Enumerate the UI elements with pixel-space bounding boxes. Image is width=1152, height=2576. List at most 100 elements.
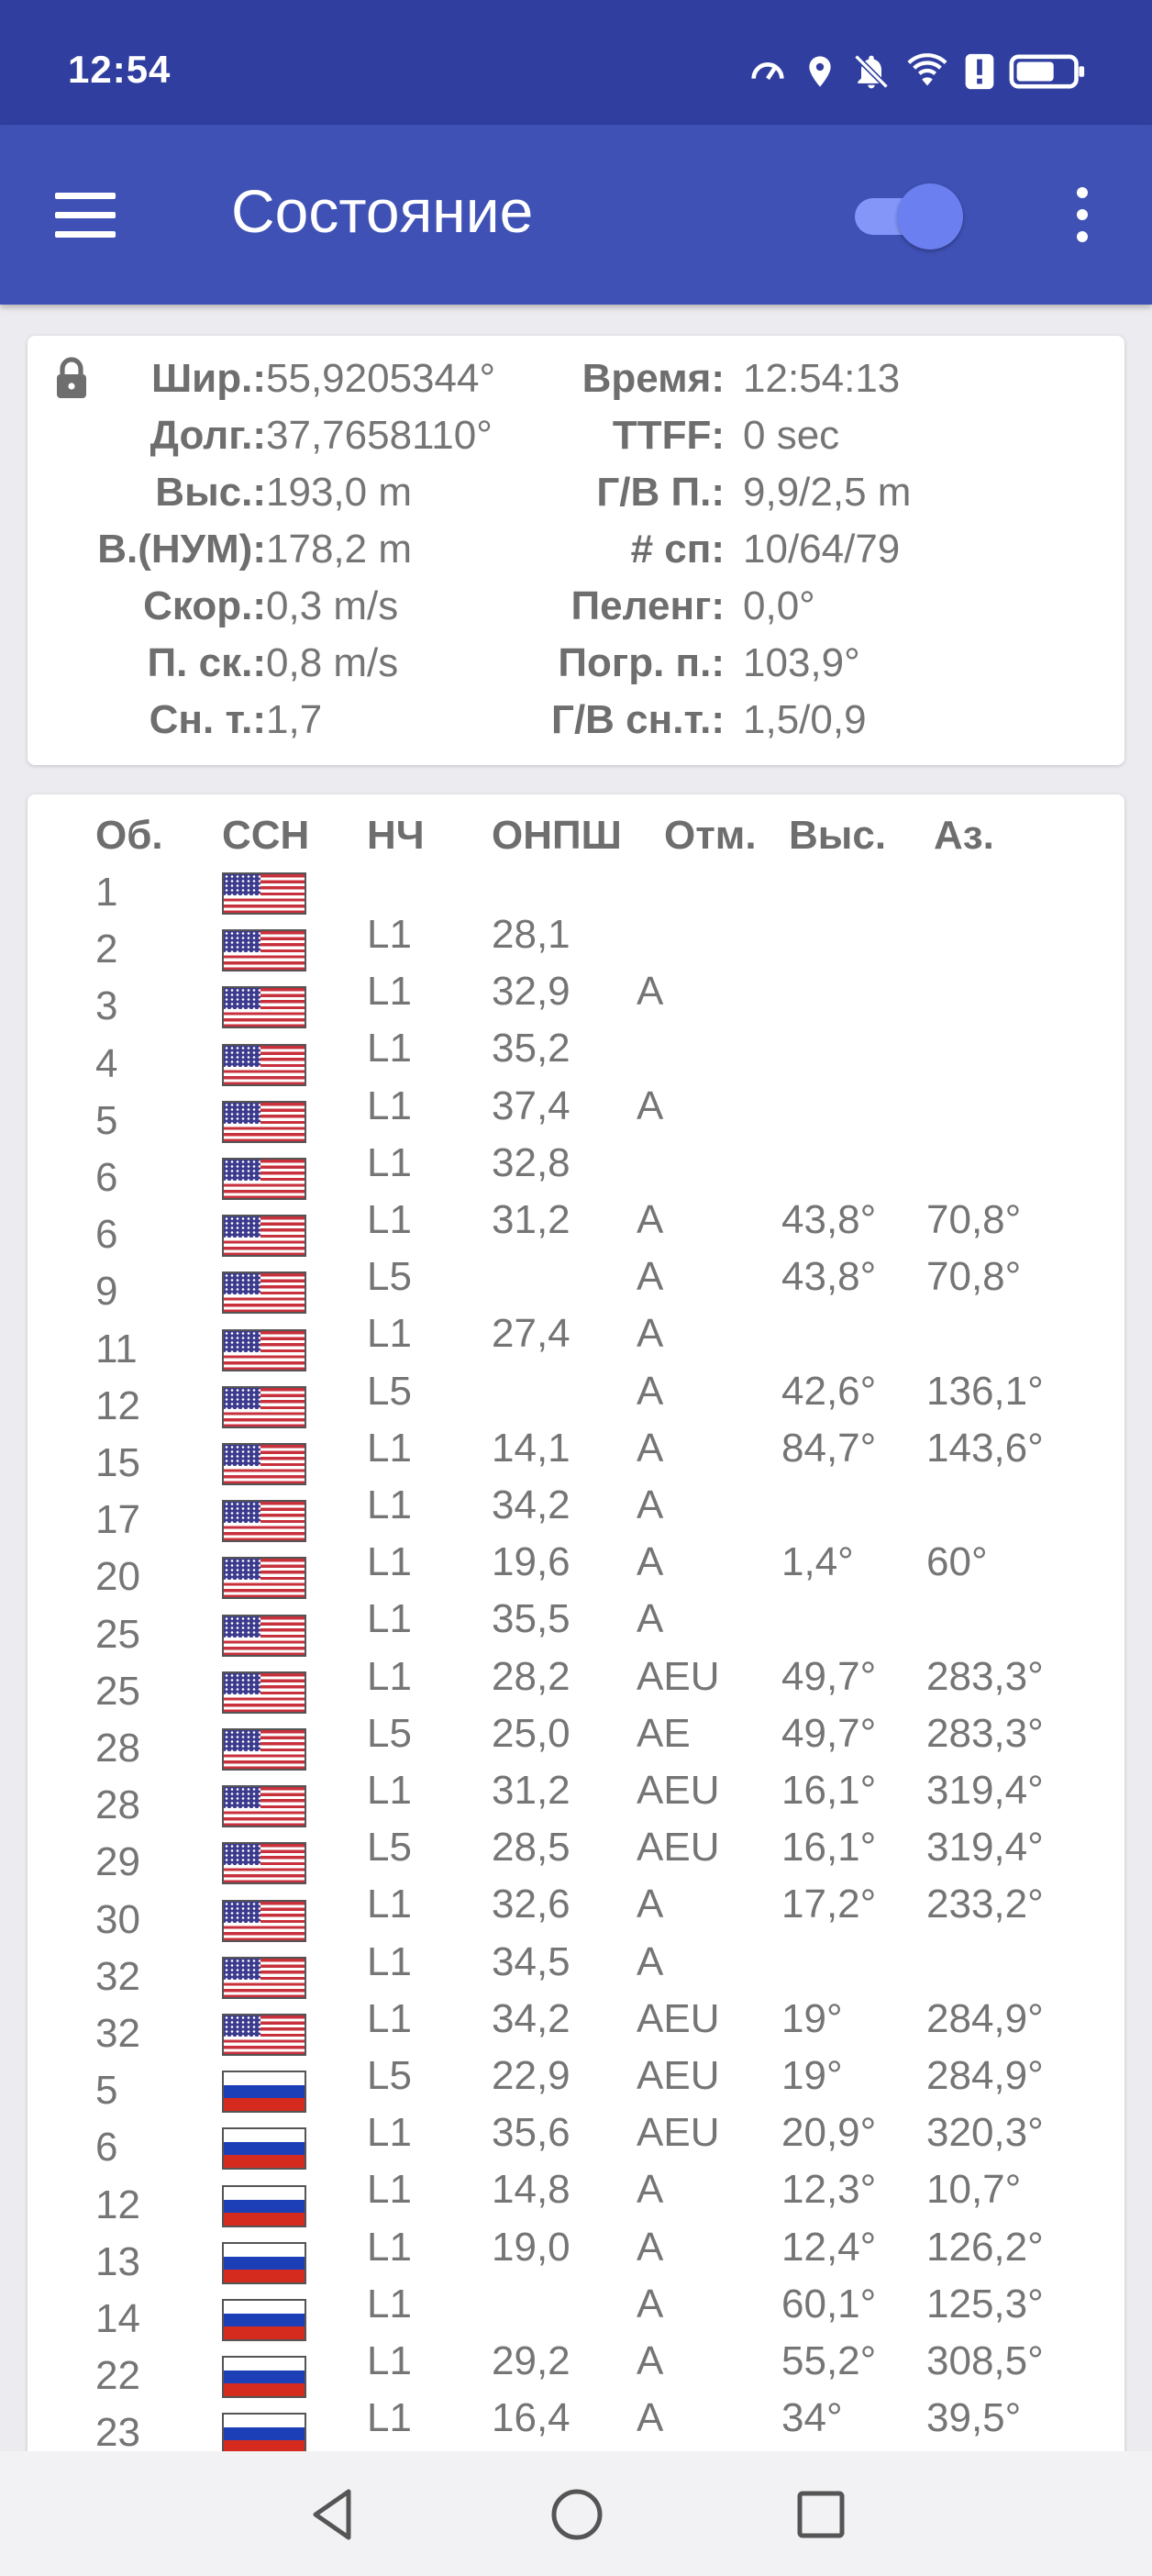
satellite-svid: 12 (95, 2182, 140, 2227)
satellite-row: 12 L1 19,0 A 12,4° 126,2° (28, 2177, 1124, 2270)
header-carrier-frequency: НЧ (367, 813, 425, 858)
status-label: П. ск.: (147, 640, 266, 685)
gps-flag-icon (222, 1842, 306, 1885)
header-gnss: ССН (222, 813, 310, 858)
satellite-row: 22 L1 16,4 A 34° 39,5° (28, 2348, 1124, 2440)
gps-flag-icon (222, 986, 306, 1029)
status-row: Выс.: 193,0 m Г/В П.: 9,9/2,5 m (28, 464, 1124, 521)
satellite-row: 28 L5 28,5 AEU 16,1° 319,4° (28, 1777, 1124, 1870)
location-status-card: Шир.: 55,9205344° Время: 12:54:13 Долг.: 37,7… (28, 336, 1124, 765)
satellite-row: 11 L5 A 42,6° 136,1° (28, 1321, 1124, 1414)
status-label: В.(НУМ): (97, 527, 266, 572)
page-title: Состояние (231, 177, 534, 245)
status-value: 0 sec (743, 413, 840, 458)
glonass-flag-icon (222, 2356, 306, 2399)
gps-flag-icon (222, 1557, 306, 1600)
satellite-svid: 6 (95, 1155, 118, 1200)
satellite-svid: 5 (95, 2068, 118, 2114)
status-row: В.(НУМ): 178,2 m # сп: 10/64/79 (28, 521, 1124, 578)
recent-apps-icon[interactable] (791, 2484, 851, 2545)
satellite-svid: 28 (95, 1782, 140, 1828)
status-value: 103,9° (743, 640, 860, 685)
satellite-row: 6 L1 31,2 A 43,8° 70,8° (28, 1149, 1124, 1242)
satellite-svid: 2 (95, 927, 118, 972)
satellite-svid: 22 (95, 2353, 140, 2399)
hamburger-menu-icon[interactable] (55, 182, 121, 248)
satellite-svid: 4 (95, 1040, 118, 1086)
satellite-table-header: Об. ССН НЧ ОНПШ Отм. Выс. Аз. (28, 807, 1124, 864)
status-value: 1,5/0,9 (743, 697, 867, 742)
glonass-flag-icon (222, 2299, 306, 2341)
gps-flag-icon (222, 1500, 306, 1543)
satellite-row: 29 L1 32,6 A 17,2° 233,2° (28, 1834, 1124, 1926)
header-elevation: Выс. (789, 813, 887, 858)
glonass-flag-icon (222, 2071, 306, 2114)
satellite-svid: 25 (95, 1668, 140, 1714)
status-value: 178,2 m (266, 527, 412, 572)
gps-flag-icon (222, 929, 306, 972)
satellite-svid: 1 (95, 870, 118, 915)
toggle-thumb (897, 183, 963, 250)
satellite-svid: 32 (95, 2011, 140, 2056)
status-value: 37,7658110° (266, 413, 493, 458)
gps-flag-icon (222, 1043, 306, 1086)
status-label: Погр. п.: (558, 640, 725, 685)
status-value: 0,8 m/s (266, 640, 399, 685)
satellite-svid: 20 (95, 1554, 140, 1600)
satellite-svid: 9 (95, 1269, 118, 1315)
gps-flag-icon (222, 1443, 306, 1485)
satellite-row: 9 L1 27,4 A (28, 1263, 1124, 1356)
battery-icon (1009, 54, 1085, 89)
back-icon[interactable] (303, 2484, 363, 2545)
header-flags: Отм. (664, 813, 757, 858)
gps-flag-icon (222, 1385, 306, 1428)
satellite-svid: 14 (95, 2296, 140, 2341)
status-row: Долг.: 37,7658110° TTFF: 0 sec (28, 407, 1124, 464)
status-label: TTFF: (612, 413, 725, 458)
satellite-row: 5 L1 32,8 (28, 1093, 1124, 1185)
overflow-menu-icon[interactable] (1064, 182, 1101, 248)
gps-flag-icon (222, 1271, 306, 1315)
satellite-svid: 15 (95, 1440, 140, 1485)
status-value: 193,0 m (266, 470, 412, 515)
status-label: # сп: (630, 527, 725, 572)
satellite-row: 3 L1 35,2 (28, 978, 1124, 1071)
gps-flag-icon (222, 872, 306, 915)
satellite-row: 4 L1 37,4 A (28, 1036, 1124, 1128)
satellite-row: 17 L1 19,6 A 1,4° 60° (28, 1492, 1124, 1584)
location-icon (809, 56, 831, 87)
satellite-row: 25 L1 28,2 AEU 49,7° 283,3° (28, 1606, 1124, 1699)
satellite-svid: 3 (95, 983, 118, 1029)
satellite-svid: 17 (95, 1497, 140, 1543)
status-label: Сн. т.: (149, 697, 266, 742)
wifi-icon (907, 53, 947, 86)
gps-flag-icon (222, 1671, 306, 1714)
header-cn0: ОНПШ (492, 813, 622, 858)
status-label: Долг.: (150, 413, 266, 458)
status-label: Время: (582, 356, 725, 401)
status-row: Шир.: 55,9205344° Время: 12:54:13 (28, 350, 1124, 407)
satellite-row: 30 L1 34,5 A (28, 1892, 1124, 1984)
gps-toggle-switch[interactable] (851, 183, 963, 250)
satellite-table-card: Об. ССН НЧ ОНПШ Отм. Выс. Аз. 1 L1 28,1 2 L1… (28, 794, 1124, 2576)
status-value: 12:54:13 (743, 356, 901, 401)
home-icon[interactable] (547, 2484, 607, 2545)
satellite-row: 20 L1 35,5 A (28, 1549, 1124, 1641)
satellite-row: 6 L1 14,8 A 12,3° 10,7° (28, 2119, 1124, 2212)
glonass-flag-icon (222, 2184, 306, 2227)
satellite-svid: 12 (95, 1382, 140, 1428)
system-status-bar: 12:54 (0, 0, 1152, 125)
satellite-row: 32 L1 34,2 AEU 19° 284,9° (28, 1949, 1124, 2041)
satellite-row: 12 L1 14,1 A 84,7° 143,6° (28, 1378, 1124, 1471)
gps-flag-icon (222, 2014, 306, 2056)
satellite-row: 1 L1 28,1 (28, 864, 1124, 957)
alert-icon (965, 53, 994, 90)
status-label: Пеленг: (570, 583, 726, 628)
satellite-svid: 25 (95, 1611, 140, 1657)
header-svid: Об. (95, 813, 163, 858)
header-azimuth: Аз. (934, 813, 994, 858)
gps-flag-icon (222, 1785, 306, 1828)
glonass-flag-icon (222, 2413, 306, 2456)
satellite-row: 28 L1 31,2 AEU 16,1° 319,4° (28, 1720, 1124, 1813)
status-row: Сн. т.: 1,7 Г/В сн.т.: 1,5/0,9 (28, 692, 1124, 749)
